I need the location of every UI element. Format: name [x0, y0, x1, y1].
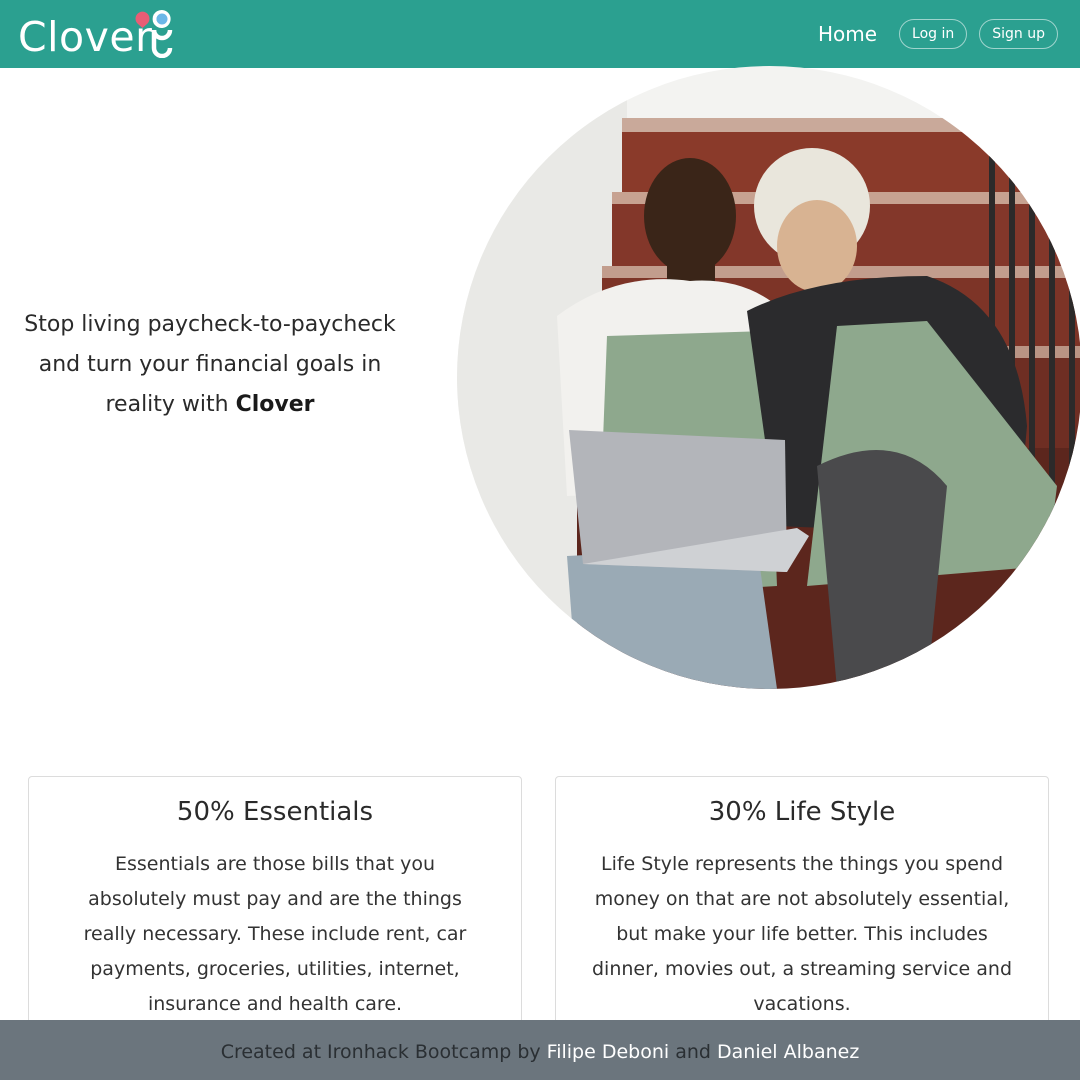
clover-leaf-icon	[135, 10, 173, 58]
card-body: Life Style represents the things you spe…	[592, 853, 1013, 1015]
author-link-daniel[interactable]: Daniel Albanez	[717, 1041, 859, 1063]
hero-tagline-text: Stop living paycheck-to-paycheck and tur…	[24, 312, 396, 417]
card-body: Essentials are those bills that you abso…	[83, 853, 467, 1015]
card-title: 30% Life Style	[708, 797, 896, 827]
brand-logo[interactable]: Clover	[18, 6, 173, 64]
hero-tagline-brand: Clover	[235, 392, 315, 417]
hero-image	[457, 66, 1080, 689]
footer: Created at Ironhack Bootcamp by Filipe D…	[0, 1020, 1080, 1080]
nav-home-link[interactable]: Home	[818, 22, 877, 46]
hero-illustration	[457, 66, 1080, 689]
hero-tagline: Stop living paycheck-to-paycheck and tur…	[10, 305, 410, 425]
navbar: Clover Home Log in Sign up	[0, 0, 1080, 68]
card-title: 50% Essentials	[176, 797, 374, 827]
footer-prefix: Created at Ironhack Bootcamp by	[220, 1041, 547, 1063]
author-link-filipe[interactable]: Filipe Deboni	[547, 1041, 670, 1063]
login-button[interactable]: Log in	[899, 19, 968, 49]
signup-button[interactable]: Sign up	[979, 19, 1058, 49]
footer-connector: and	[669, 1041, 717, 1063]
nav-menu: Home Log in Sign up	[818, 0, 1058, 68]
